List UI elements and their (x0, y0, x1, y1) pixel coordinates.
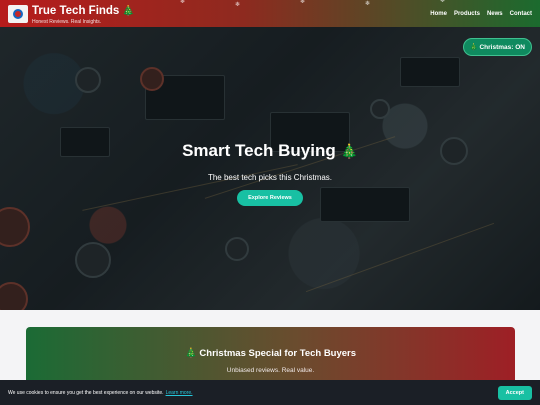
nav-news[interactable]: News (487, 11, 503, 17)
cookie-text: We use cookies to ensure you get the bes… (8, 389, 164, 396)
learn-more-link[interactable]: Learn more. (166, 390, 193, 396)
site-title[interactable]: True Tech Finds (32, 5, 119, 17)
hero-content: Smart Tech Buying 🎄 The best tech picks … (0, 141, 540, 206)
nav-products[interactable]: Products (454, 11, 480, 17)
accept-cookies-button[interactable]: Accept (497, 385, 532, 400)
christmas-tree-icon: 🎄 (340, 143, 358, 159)
snowflake-icon: ❄ (365, 1, 371, 7)
christmas-toggle[interactable]: 🎄 Christmas: ON (462, 38, 532, 56)
cookie-message: We use cookies to ensure you get the bes… (8, 390, 193, 396)
hero-title: Smart Tech Buying 🎄 (0, 141, 540, 161)
brand[interactable]: True Tech Finds 🎄 Honest Reviews. Real In… (32, 2, 135, 25)
snowflake-icon: ❄ (180, 0, 186, 5)
snowflake-icon: ❄ (300, 0, 306, 5)
christmas-tree-icon: 🎄 (122, 6, 135, 17)
nav-home[interactable]: Home (430, 11, 447, 17)
hero: Smart Tech Buying 🎄 The best tech picks … (0, 27, 540, 310)
site-logo[interactable] (8, 4, 28, 23)
hero-title-text: Smart Tech Buying (182, 141, 336, 160)
nav-contact[interactable]: Contact (510, 11, 532, 17)
site-tagline: Honest Reviews. Real Insights. (32, 19, 102, 25)
cookie-bar: We use cookies to ensure you get the bes… (0, 380, 540, 405)
snowflake-icon: ❄ (235, 2, 241, 8)
special-subtitle: Unbiased reviews. Real value. (226, 367, 315, 374)
snowflake-icon: ❄ (440, 0, 446, 4)
special-title: 🎄 Christmas Special for Tech Buyers (184, 348, 357, 359)
site-header: True Tech Finds 🎄 Honest Reviews. Real In… (0, 0, 540, 27)
logo-icon (13, 8, 23, 19)
main-nav: Home Products News Contact (430, 11, 532, 17)
hero-subtitle: The best tech picks this Christmas. (207, 173, 333, 182)
explore-reviews-button[interactable]: Explore Reviews (237, 190, 303, 206)
